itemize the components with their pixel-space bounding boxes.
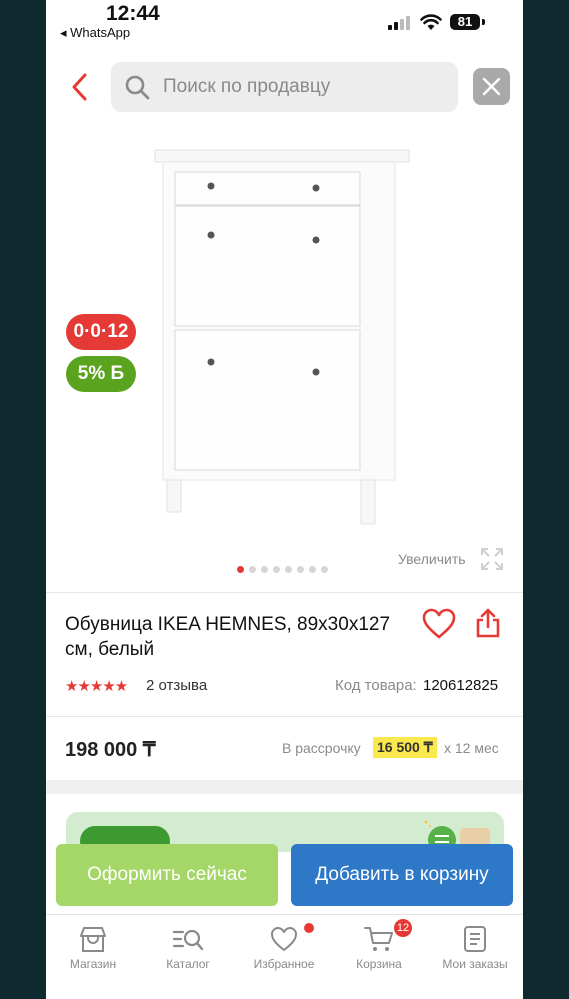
- bonus-percent: 5%: [77, 363, 106, 384]
- pagination-dot[interactable]: [297, 566, 304, 573]
- installment-amount: 16 500 ₸: [373, 737, 437, 758]
- bonus-currency: Б: [110, 363, 125, 384]
- search-placeholder: Поиск по продавцу: [163, 76, 331, 97]
- catalog-search-icon: [172, 929, 204, 951]
- installment-label: В рассрочку: [282, 740, 361, 756]
- favorite-heart-icon[interactable]: [422, 608, 456, 640]
- back-to-whatsapp[interactable]: ◂ WhatsApp: [60, 25, 130, 41]
- pagination-dot[interactable]: [309, 566, 316, 573]
- pagination-dot[interactable]: [273, 566, 280, 573]
- wifi-icon: [420, 14, 442, 30]
- battery-tip: [482, 19, 485, 25]
- pagination-dot[interactable]: [249, 566, 256, 573]
- add-to-cart-button[interactable]: Добавить в корзину: [291, 844, 513, 906]
- pagination-dot[interactable]: [237, 566, 244, 573]
- pagination-dot[interactable]: [321, 566, 328, 573]
- zoom-label[interactable]: Увеличить: [398, 551, 466, 567]
- back-arrow-icon[interactable]: [68, 72, 92, 102]
- divider: [46, 592, 523, 593]
- status-time: 12:44: [106, 2, 160, 25]
- tab-label: Корзина: [356, 957, 402, 971]
- favorites-notification-dot: [304, 923, 314, 933]
- product-code-value: 120612825: [423, 677, 499, 694]
- tab-label: Избранное: [253, 957, 315, 971]
- status-bar: 12:44 ◂ WhatsApp 81: [46, 0, 523, 44]
- installment-term: х 12 мес: [444, 740, 499, 756]
- pagination-dot[interactable]: [261, 566, 268, 573]
- close-icon: [482, 77, 501, 96]
- tab-orders[interactable]: Мои заказы: [430, 925, 520, 971]
- battery-indicator: 81: [450, 14, 480, 30]
- search-input[interactable]: Поиск по продавцу: [111, 62, 458, 112]
- installment-badge: 0·0·12: [66, 314, 136, 350]
- share-icon[interactable]: [474, 608, 502, 638]
- tab-shop[interactable]: Магазин: [48, 925, 138, 971]
- expand-icon[interactable]: [480, 547, 504, 571]
- tab-label: Каталог: [166, 957, 210, 971]
- buy-now-button[interactable]: Оформить сейчас: [56, 844, 278, 906]
- pagination-dot[interactable]: [285, 566, 292, 573]
- product-image[interactable]: [151, 140, 419, 530]
- close-button[interactable]: [473, 68, 510, 105]
- tab-catalog[interactable]: Каталог: [143, 925, 233, 971]
- tab-favorites[interactable]: Избранное: [239, 925, 329, 971]
- cart-count-badge: 12: [394, 919, 412, 937]
- gallery-pagination: [237, 566, 328, 573]
- orders-icon: [464, 926, 486, 952]
- bonus-badge: 5% Б: [66, 356, 136, 392]
- product-price: 198 000 ₸: [65, 739, 156, 761]
- reviews-link[interactable]: 2 отзыва: [146, 677, 207, 694]
- product-code-label: Код товара:: [335, 677, 417, 694]
- heart-icon: [271, 927, 297, 951]
- bottom-tab-bar: Магазин Каталог Избранное Корзина 12 Мои…: [46, 914, 523, 999]
- rating-stars: ★★★★★: [65, 678, 128, 695]
- cart-icon: [364, 927, 393, 951]
- section-divider: [46, 780, 523, 794]
- product-title: Обувница IKEA HEMNES, 89x30x127 см, белы…: [65, 614, 391, 660]
- divider: [46, 716, 523, 717]
- shop-icon: [80, 927, 106, 952]
- tab-label: Мои заказы: [442, 957, 508, 971]
- tab-label: Магазин: [69, 957, 117, 971]
- search-icon: [125, 75, 150, 100]
- phone-screen: 12:44 ◂ WhatsApp 81 Поиск по продавцу 0·…: [46, 0, 523, 999]
- cellular-signal-icon: [388, 16, 410, 30]
